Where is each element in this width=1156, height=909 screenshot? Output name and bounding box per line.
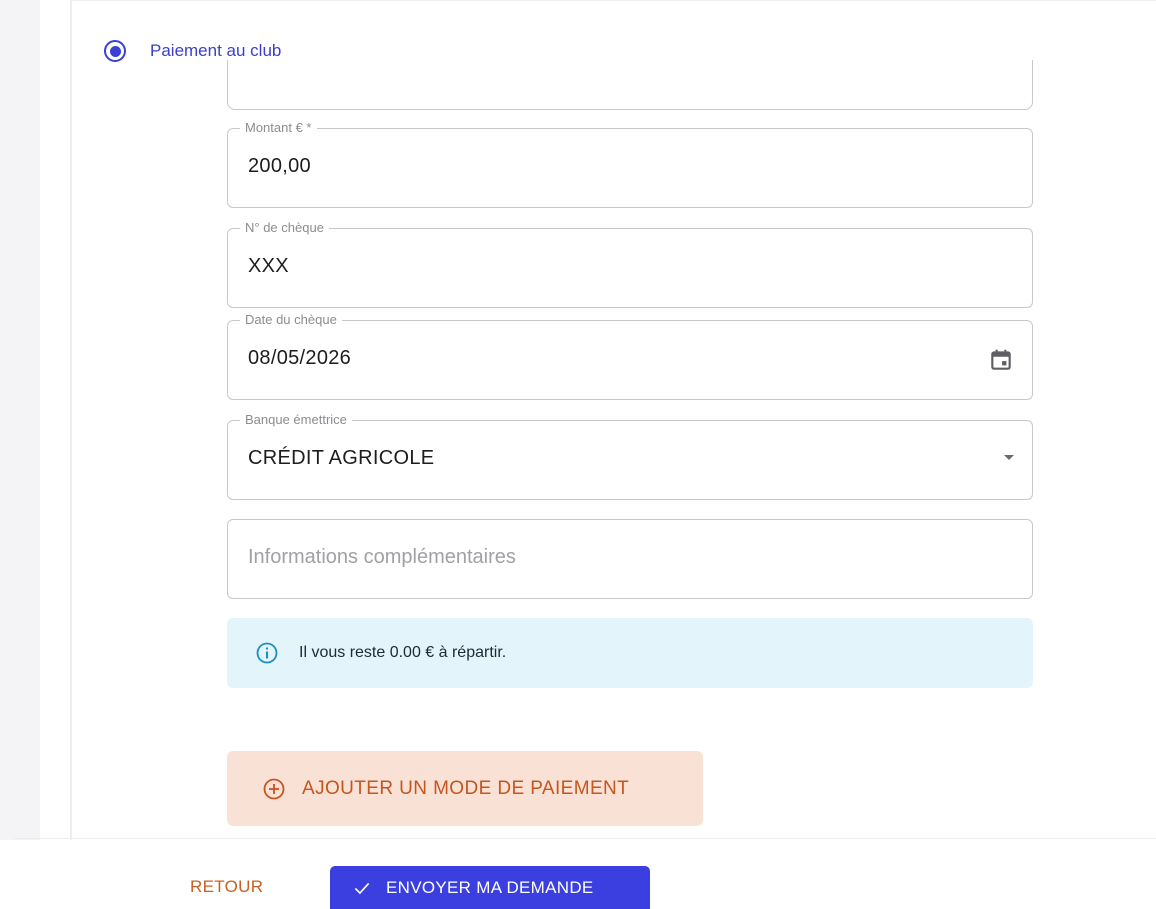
- check-icon: [354, 882, 370, 894]
- amount-field[interactable]: Montant € * 200,00: [227, 120, 1033, 208]
- extra-info-placeholder[interactable]: Informations complémentaires: [248, 546, 516, 569]
- cheque-number-label: N° de chèque: [240, 220, 329, 236]
- card-top-border: [72, 0, 1156, 1]
- back-button[interactable]: RETOUR: [176, 868, 277, 906]
- payment-club-label[interactable]: Paiement au club: [150, 41, 281, 61]
- bank-select-field[interactable]: Banque émettrice CRÉDIT AGRICOLE: [227, 412, 1033, 500]
- info-icon: [256, 642, 278, 664]
- calendar-icon[interactable]: [988, 347, 1014, 373]
- footer-divider: [14, 838, 1156, 839]
- submit-request-button[interactable]: ENVOYER MA DEMANDE: [330, 866, 650, 909]
- card-border: [70, 0, 72, 840]
- cheque-number-value[interactable]: XXX: [248, 255, 289, 278]
- add-payment-method-button[interactable]: AJOUTER UN MODE DE PAIEMENT: [227, 751, 703, 826]
- add-payment-method-label: AJOUTER UN MODE DE PAIEMENT: [302, 777, 630, 799]
- left-gutter: [0, 0, 40, 840]
- amount-label: Montant € *: [240, 120, 317, 136]
- remaining-amount-banner: Il vous reste 0.00 € à répartir.: [227, 618, 1033, 688]
- cheque-number-field[interactable]: N° de chèque XXX: [227, 220, 1033, 308]
- bank-value[interactable]: CRÉDIT AGRICOLE: [248, 447, 434, 470]
- extra-info-field[interactable]: Informations complémentaires: [227, 519, 1033, 599]
- cheque-date-field[interactable]: Date du chèque 08/05/2026: [227, 312, 1033, 400]
- submit-request-label: ENVOYER MA DEMANDE: [386, 877, 594, 897]
- dropdown-arrow-icon[interactable]: [1004, 455, 1014, 460]
- amount-value[interactable]: 200,00: [248, 155, 311, 178]
- previous-field-partial[interactable]: [227, 60, 1033, 110]
- radio-selected-icon[interactable]: [104, 40, 126, 62]
- plus-circle-icon: [263, 778, 285, 799]
- radio-dot: [109, 45, 121, 57]
- bank-label: Banque émettrice: [240, 412, 352, 428]
- cheque-date-label: Date du chèque: [240, 312, 342, 328]
- cheque-date-value[interactable]: 08/05/2026: [248, 347, 351, 370]
- remaining-amount-text: Il vous reste 0.00 € à répartir.: [299, 644, 507, 661]
- payment-form-page: Paiement au club Montant € * 200,00 N° d…: [0, 0, 1156, 909]
